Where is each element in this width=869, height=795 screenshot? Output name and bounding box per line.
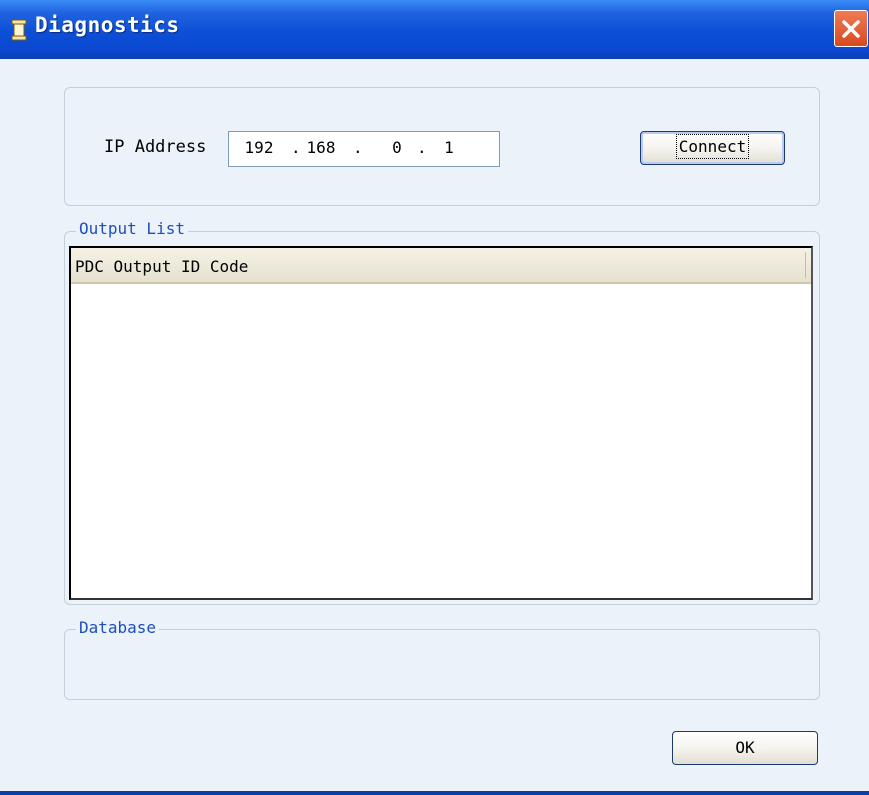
- ok-button[interactable]: OK: [672, 731, 818, 765]
- column-divider[interactable]: [805, 252, 806, 278]
- close-icon: [842, 20, 860, 38]
- ip-dot: .: [291, 138, 301, 157]
- column-header-pdc-output-id-code[interactable]: PDC Output ID Code: [75, 257, 248, 276]
- ip-dot: .: [353, 138, 363, 157]
- close-button[interactable]: [834, 10, 868, 47]
- title-bar[interactable]: Diagnostics: [0, 0, 869, 59]
- ip-dot: .: [417, 138, 427, 157]
- connect-button-label: Connect: [675, 134, 750, 159]
- ip-octet-1[interactable]: 192: [239, 138, 279, 157]
- ip-octet-4[interactable]: 1: [429, 138, 469, 157]
- app-scroll-icon: [11, 19, 27, 41]
- output-list-legend: Output List: [76, 220, 188, 238]
- output-list[interactable]: PDC Output ID Code: [69, 246, 813, 600]
- database-legend: Database: [76, 619, 160, 637]
- ip-address-label: IP Address: [104, 137, 207, 157]
- window-bottom-border: [0, 791, 869, 795]
- ip-octet-3[interactable]: 0: [377, 138, 417, 157]
- ip-address-field[interactable]: 192 . 168 . 0 . 1: [228, 131, 500, 167]
- database-group: [64, 629, 820, 700]
- connect-button[interactable]: Connect: [640, 131, 785, 165]
- diagnostics-dialog: Diagnostics IP Address 192 . 168 . 0 . 1…: [0, 0, 869, 795]
- list-header: PDC Output ID Code: [71, 248, 811, 284]
- window-title: Diagnostics: [35, 13, 180, 37]
- ip-octet-2[interactable]: 168: [301, 138, 341, 157]
